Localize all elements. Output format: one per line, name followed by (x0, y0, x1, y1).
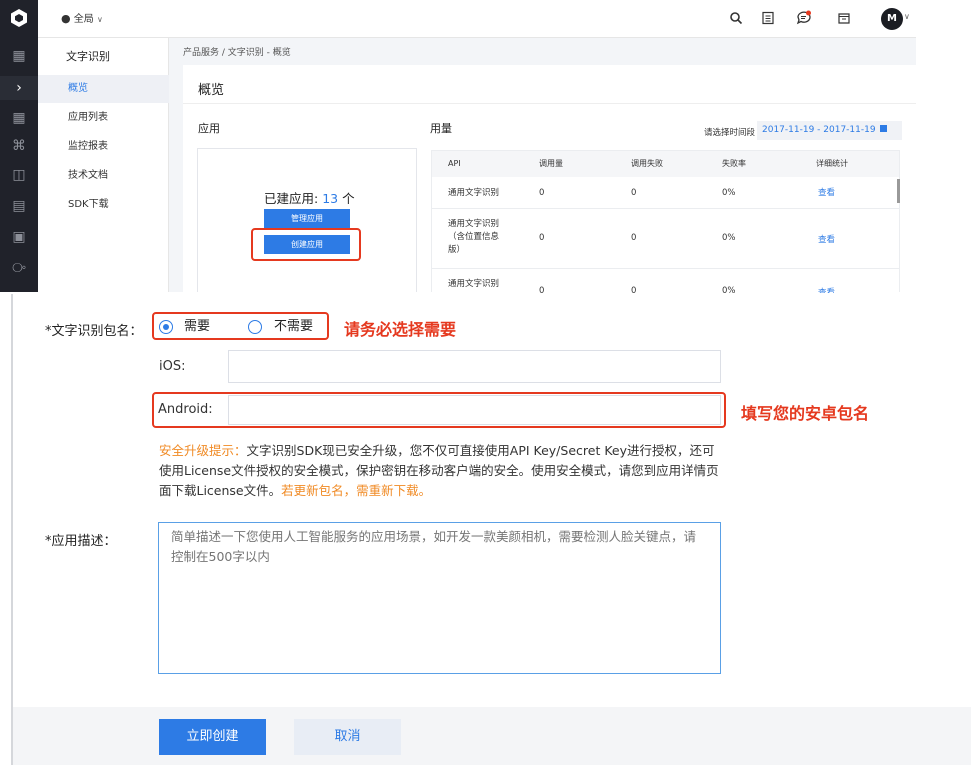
scope-label: 全局 (73, 14, 94, 25)
cell-calls: 0 (539, 233, 545, 243)
scope-selector[interactable]: ● 全局 ∨ (61, 11, 103, 27)
security-tip: 安全升级提示：文字识别SDK现已安全升级，您不仅可直接使用API Key/Sec… (159, 441, 724, 501)
grid-icon[interactable]: ▦ (0, 44, 38, 68)
table-row: 通用文字识别（含位置信息版） 0 0 0% 查看 (432, 210, 899, 269)
cell-failures: 0 (631, 188, 637, 198)
col-fail-rate: 失败率 (722, 159, 746, 168)
date-range-label: 请选择时间段 (704, 128, 756, 138)
radio-not-need-control[interactable] (248, 320, 262, 334)
cell-failures: 0 (631, 286, 637, 293)
cell-rate: 0% (722, 233, 736, 243)
view-details-link[interactable]: 查看 (818, 233, 835, 245)
package-name-label: *文字识别包名： (45, 324, 143, 339)
col-details: 详细统计 (816, 159, 848, 168)
chevron-down-icon: ∨ (96, 15, 103, 24)
avatar[interactable]: M (881, 8, 903, 30)
form-left-border (11, 294, 13, 765)
col-failures: 调用失败 (631, 159, 663, 168)
nav-title: 文字识别 (66, 50, 110, 63)
breadcrumb: 产品服务 / 文字识别 - 概览 (183, 48, 291, 58)
message-icon[interactable] (796, 10, 812, 26)
app-description-input[interactable] (158, 522, 721, 674)
security-tip-suffix: 若更新包名，需重新下载。 (281, 483, 432, 498)
select-need-annotation: 请务必选择需要 (344, 320, 457, 339)
nav-item-tech-docs[interactable]: 技术文档 (38, 162, 169, 190)
create-app-highlight (251, 228, 361, 261)
android-label: Android: (158, 402, 213, 417)
nav-item-overview[interactable]: 概览 (38, 75, 169, 103)
ios-package-input[interactable] (228, 350, 721, 383)
cell-calls: 0 (539, 286, 545, 293)
robot-icon[interactable]: ◫ (0, 163, 38, 187)
form-footer (13, 707, 971, 765)
location-pin-icon: ● (61, 12, 71, 25)
table-scrollbar[interactable] (897, 179, 900, 203)
avatar-chevron-icon[interactable]: ∨ (904, 12, 910, 21)
date-range-picker[interactable]: 2017-11-19 - 2017-11-19 (757, 121, 902, 140)
console-icon[interactable] (837, 11, 851, 25)
search-icon[interactable] (729, 11, 743, 25)
usage-section-title: 用量 (430, 122, 452, 135)
radio-not-need-label: 不需要 (274, 319, 314, 334)
manage-apps-button[interactable]: 管理应用 (264, 209, 350, 228)
nav-item-app-list[interactable]: 应用列表 (38, 104, 169, 132)
cell-api: 通用文字识别 (448, 279, 500, 289)
cell-rate: 0% (722, 286, 736, 293)
created-number: 13 (322, 191, 339, 206)
cell-failures: 0 (631, 233, 637, 243)
usage-table: API 调用量 调用失败 失败率 详细统计 通用文字识别 0 0 0% 查看 通… (431, 150, 900, 293)
calendar-icon (880, 125, 888, 132)
table-row: 通用文字识别 0 0 0% 查看 (432, 177, 899, 209)
android-annotation: 填写您的安卓包名 (741, 404, 870, 423)
page-title: 概览 (198, 83, 225, 98)
app-description-label: *应用描述： (45, 534, 117, 549)
card-divider (183, 103, 916, 104)
cube-icon[interactable]: ⧂ (0, 256, 38, 280)
document-icon[interactable]: ▤ (0, 194, 38, 218)
left-nav: 文字识别 概览 应用列表 监控报表 技术文档 SDK下载 (38, 38, 169, 292)
view-details-link[interactable]: 查看 (818, 286, 835, 293)
col-calls: 调用量 (539, 159, 563, 168)
orders-icon[interactable] (761, 11, 775, 25)
apps-section-title: 应用 (198, 122, 220, 135)
apps-icon[interactable]: ▦ (0, 106, 38, 130)
submit-create-button[interactable]: 立即创建 (159, 719, 266, 755)
cell-calls: 0 (539, 188, 545, 198)
logo-icon[interactable] (9, 8, 29, 28)
table-row: 通用文字识别 0 0 0% 查看 (432, 270, 899, 293)
security-tip-prefix: 安全升级提示： (159, 443, 247, 458)
radio-need-control[interactable] (159, 320, 173, 334)
created-apps-count: 已建应用: 13 个 (264, 188, 355, 207)
sidebar: ▦ › ▦ ⌘ ◫ ▤ ▣ ⧂ (0, 0, 38, 292)
col-api: API (448, 159, 461, 168)
view-details-link[interactable]: 查看 (818, 177, 835, 209)
created-unit: 个 (338, 191, 355, 206)
android-package-input[interactable] (228, 395, 721, 425)
command-icon[interactable]: ⌘ (0, 134, 38, 158)
table-header: API 调用量 调用失败 失败率 详细统计 (432, 151, 899, 177)
nav-item-monitor-report[interactable]: 监控报表 (38, 133, 169, 161)
expand-arrow-icon[interactable]: › (0, 76, 38, 100)
radio-need-label: 需要 (184, 319, 211, 334)
cancel-button[interactable]: 取消 (294, 719, 401, 755)
cell-api: 通用文字识别（含位置信息版） (448, 219, 500, 255)
cell-api: 通用文字识别 (448, 188, 500, 198)
top-bar (0, 0, 916, 38)
date-range-value: 2017-11-19 - 2017-11-19 (762, 125, 876, 135)
ios-label: iOS: (159, 359, 186, 374)
scan-icon[interactable]: ▣ (0, 225, 38, 249)
cell-rate: 0% (722, 188, 736, 198)
nav-item-sdk-download[interactable]: SDK下载 (38, 191, 169, 219)
created-label: 已建应用: (264, 191, 323, 206)
